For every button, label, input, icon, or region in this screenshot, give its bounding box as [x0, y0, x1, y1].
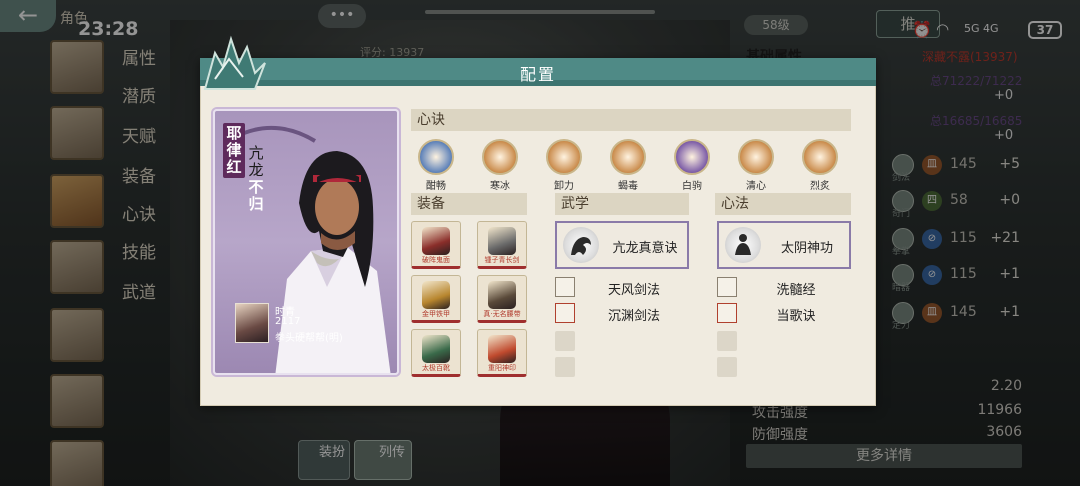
- xinfa-main-slot[interactable]: 太阴神功: [717, 221, 851, 269]
- equipment-slot[interactable]: 重阳神印: [477, 329, 527, 377]
- character-title: 亢龙: [248, 144, 264, 179]
- equipment-label: 金甲铁甲: [422, 310, 450, 318]
- empty-slot[interactable]: [555, 357, 575, 377]
- xinfa-slot[interactable]: 当歌诀: [717, 303, 851, 325]
- sword-icon: [488, 227, 516, 255]
- wuxue-slot[interactable]: 沉渊剑法: [555, 303, 689, 325]
- equipment-slot[interactable]: 太极百靴: [411, 329, 461, 377]
- loadout-dialog: 配置 耶律红 亢龙 不归 时青 2117 拳头硬帮帮(明) 心诀 酣畅 寒冰 卸力 蝎…: [200, 35, 876, 406]
- scorpion-icon: [610, 139, 646, 175]
- flame-icon: [802, 139, 838, 175]
- equipment-section-header: 装备: [411, 193, 527, 215]
- xinjue-list: 酣畅 寒冰 卸力 蝎毒 白驹 清心 烈炙: [411, 139, 851, 192]
- swirl-icon: [418, 139, 454, 175]
- inner-art-icon: [717, 303, 737, 323]
- equipment-slot[interactable]: 真·无名腰带: [477, 275, 527, 323]
- wuxue-slot[interactable]: 天风剑法: [555, 277, 689, 299]
- wuxue-main-slot[interactable]: 亢龙真意诀: [555, 221, 689, 269]
- xinjue-item[interactable]: 酣畅: [411, 139, 461, 192]
- owner-number: 2117: [275, 316, 301, 327]
- xinjue-label: 寒冰: [490, 181, 510, 192]
- avatar: [235, 303, 269, 343]
- xinjue-item[interactable]: 白驹: [667, 139, 717, 192]
- xinjue-label: 卸力: [554, 181, 574, 192]
- xinjue-item[interactable]: 烈炙: [795, 139, 845, 192]
- character-name: 耶律红: [223, 123, 245, 178]
- xinjue-label: 清心: [746, 181, 766, 192]
- coil-icon: [546, 139, 582, 175]
- equipment-label: 真·无名腰带: [483, 310, 521, 318]
- boots-icon: [422, 335, 450, 363]
- dragon-icon: [563, 227, 599, 263]
- dialog-title: 配置: [519, 65, 556, 84]
- character-card[interactable]: 耶律红 亢龙 不归 时青 2117 拳头硬帮帮(明): [213, 109, 399, 375]
- xinfa-section-header: 心法: [715, 193, 851, 215]
- xinjue-item[interactable]: 蝎毒: [603, 139, 653, 192]
- xinfa-name: 当歌诀: [776, 309, 816, 324]
- xinjue-label: 烈炙: [810, 181, 830, 192]
- wuxue-main-name: 亢龙真意诀: [612, 241, 678, 256]
- xinjue-item[interactable]: 寒冰: [475, 139, 525, 192]
- equipment-slot[interactable]: 金甲铁甲: [411, 275, 461, 323]
- xinjue-label: 白驹: [682, 181, 702, 192]
- xinjue-item[interactable]: 卸力: [539, 139, 589, 192]
- belt-icon: [488, 281, 516, 309]
- meditation-icon: [725, 227, 761, 263]
- dialog-header: 配置: [200, 58, 876, 86]
- equipment-label: 太极百靴: [422, 364, 450, 372]
- empty-slot[interactable]: [555, 331, 575, 351]
- inner-art-icon: [717, 277, 737, 297]
- armor-icon: [422, 281, 450, 309]
- xinfa-name: 洗髓经: [776, 283, 816, 298]
- equipment-label: 锺子青长剑: [484, 256, 520, 264]
- xinfa-main-name: 太阴神功: [780, 241, 833, 256]
- equipment-label: 破阵鬼面: [422, 256, 450, 264]
- mask-icon: [422, 227, 450, 255]
- wuxue-name: 沉渊剑法: [607, 309, 660, 324]
- wuxue-section-header: 武学: [555, 193, 689, 215]
- equipment-label: 重阳神印: [488, 364, 516, 372]
- horse-icon: [674, 139, 710, 175]
- empty-slot[interactable]: [717, 357, 737, 377]
- ornament-icon: [203, 35, 266, 90]
- character-title-accent: 不归: [248, 178, 264, 213]
- xinfa-slot[interactable]: 洗髓经: [717, 277, 851, 299]
- xinjue-label: 蝎毒: [618, 181, 638, 192]
- lotus-icon: [738, 139, 774, 175]
- ring-icon: [488, 335, 516, 363]
- sword-style-icon: [555, 277, 575, 297]
- xinjue-item[interactable]: 清心: [731, 139, 781, 192]
- xinjue-label: 酣畅: [426, 181, 446, 192]
- empty-slot[interactable]: [717, 331, 737, 351]
- snowflake-icon: [482, 139, 518, 175]
- equipment-slot[interactable]: 破阵鬼面: [411, 221, 461, 269]
- owner-guild: 拳头硬帮帮(明): [275, 333, 343, 344]
- xinjue-section-header: 心诀: [411, 109, 851, 131]
- equipment-slot[interactable]: 锺子青长剑: [477, 221, 527, 269]
- owner-info: 时青 2117 拳头硬帮帮(明): [235, 303, 395, 347]
- wuxue-name: 天风剑法: [607, 283, 660, 298]
- sword-style-icon: [555, 303, 575, 323]
